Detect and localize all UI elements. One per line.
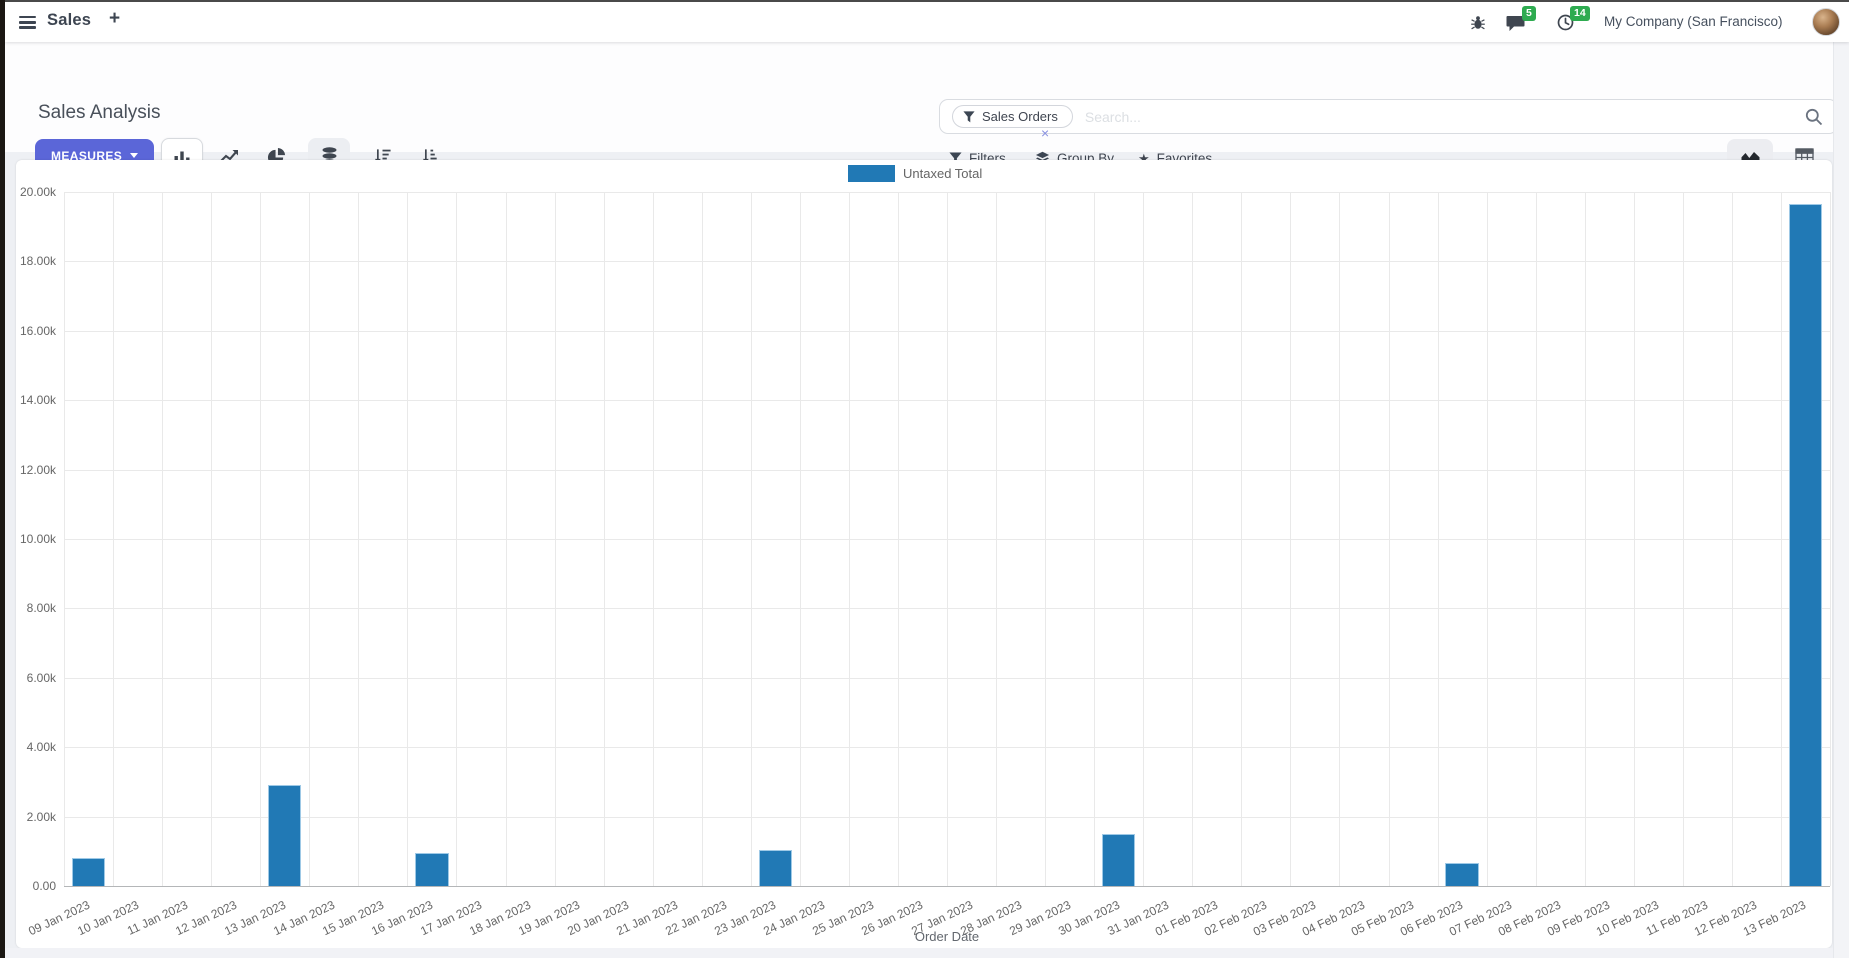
screen: Sales + 5 14 My Company (San Francisco) … bbox=[0, 0, 1849, 958]
v-gridline bbox=[652, 192, 654, 886]
v-gridline bbox=[1437, 192, 1439, 886]
v-gridline bbox=[603, 192, 605, 886]
window-top-edge bbox=[0, 0, 1849, 2]
v-gridline bbox=[701, 192, 703, 886]
filter-funnel-icon bbox=[963, 110, 975, 122]
v-gridline bbox=[1388, 192, 1390, 886]
v-gridline bbox=[897, 192, 899, 886]
v-gridline bbox=[1339, 192, 1341, 886]
v-gridline bbox=[407, 192, 409, 886]
avatar[interactable] bbox=[1812, 8, 1840, 36]
page-title: Sales Analysis bbox=[38, 102, 161, 123]
facet-label: Sales Orders bbox=[982, 109, 1058, 124]
v-gridline bbox=[1584, 192, 1586, 886]
v-gridline bbox=[64, 192, 65, 886]
y-tick-label: 6.00k bbox=[26, 670, 56, 685]
company-switcher[interactable]: My Company (San Francisco) bbox=[1604, 14, 1783, 29]
control-panel: Sales Analysis MEASURES Sales Orders Sea… bbox=[5, 42, 1838, 176]
plot-area bbox=[64, 192, 1831, 887]
v-gridline bbox=[1486, 192, 1488, 886]
v-gridline bbox=[309, 192, 311, 886]
v-gridline bbox=[1780, 192, 1782, 886]
v-gridline bbox=[1143, 192, 1145, 886]
v-gridline bbox=[1633, 192, 1635, 886]
apps-menu-icon[interactable] bbox=[19, 16, 36, 29]
messages-badge: 5 bbox=[1522, 6, 1536, 21]
legend-swatch bbox=[848, 165, 895, 182]
y-tick-label: 20.00k bbox=[19, 185, 56, 199]
v-gridline bbox=[1290, 192, 1292, 886]
v-gridline bbox=[1682, 192, 1684, 886]
x-axis-title: Order Date bbox=[914, 929, 980, 944]
v-gridline bbox=[1045, 192, 1047, 886]
v-gridline bbox=[1535, 192, 1537, 886]
v-gridline bbox=[1241, 192, 1243, 886]
y-tick-label: 0.00 bbox=[32, 879, 56, 893]
window-left-edge bbox=[0, 0, 5, 958]
bar-30-jan-2023[interactable] bbox=[1102, 833, 1136, 886]
v-gridline bbox=[162, 192, 164, 886]
bar-06-feb-2023[interactable] bbox=[1445, 863, 1479, 886]
v-gridline bbox=[505, 192, 507, 886]
v-gridline bbox=[554, 192, 556, 886]
new-tab-button[interactable]: + bbox=[109, 8, 120, 30]
vertical-scrollbar[interactable] bbox=[1833, 42, 1849, 958]
y-tick-label: 10.00k bbox=[19, 532, 56, 546]
y-tick-label: 12.00k bbox=[19, 462, 56, 477]
search-facet[interactable]: Sales Orders bbox=[952, 105, 1073, 128]
app-name[interactable]: Sales bbox=[47, 11, 91, 30]
y-tick-label: 18.00k bbox=[19, 254, 56, 269]
v-gridline bbox=[358, 192, 360, 886]
v-gridline bbox=[211, 192, 213, 886]
bar-09-jan-2023[interactable] bbox=[71, 858, 106, 886]
search-bar[interactable]: Sales Orders bbox=[939, 99, 1838, 134]
legend-label: Untaxed Total bbox=[903, 166, 983, 181]
bar-13-jan-2023[interactable] bbox=[268, 785, 302, 886]
bar-13-feb-2023[interactable] bbox=[1788, 204, 1823, 886]
facet-remove-icon[interactable]: × bbox=[1041, 126, 1049, 140]
y-tick-label: 8.00k bbox=[26, 601, 56, 616]
debug-bug-icon[interactable] bbox=[1470, 15, 1486, 31]
v-gridline bbox=[750, 192, 752, 886]
bar-16-jan-2023[interactable] bbox=[415, 853, 449, 886]
search-icon[interactable] bbox=[1805, 108, 1823, 126]
activities-badge: 14 bbox=[1570, 6, 1590, 21]
v-gridline bbox=[848, 192, 850, 886]
bar-23-jan-2023[interactable] bbox=[758, 849, 792, 886]
v-gridline bbox=[1094, 192, 1096, 886]
y-tick-label: 14.00k bbox=[19, 393, 56, 408]
v-gridline bbox=[996, 192, 998, 886]
v-gridline bbox=[1731, 192, 1733, 886]
y-axis-labels: 0.00 2.00k 4.00k 6.00k 8.00k 10.00k 12.00k 14.0… bbox=[8, 186, 56, 892]
y-tick-label: 4.00k bbox=[26, 740, 56, 755]
v-gridline bbox=[799, 192, 801, 886]
search-input[interactable] bbox=[1084, 108, 1825, 125]
chevron-down-icon bbox=[130, 153, 139, 158]
navbar: Sales + 5 14 My Company (San Francisco) bbox=[5, 2, 1849, 42]
v-gridline bbox=[260, 192, 262, 886]
v-gridline bbox=[947, 192, 948, 886]
v-gridline bbox=[456, 192, 458, 886]
v-gridline bbox=[113, 192, 115, 886]
v-gridline bbox=[1192, 192, 1194, 886]
v-gridline bbox=[1830, 192, 1831, 886]
y-tick-label: 16.00k bbox=[19, 323, 56, 338]
chart-legend[interactable]: Untaxed Total bbox=[848, 165, 982, 182]
y-tick-label: 2.00k bbox=[26, 809, 56, 824]
